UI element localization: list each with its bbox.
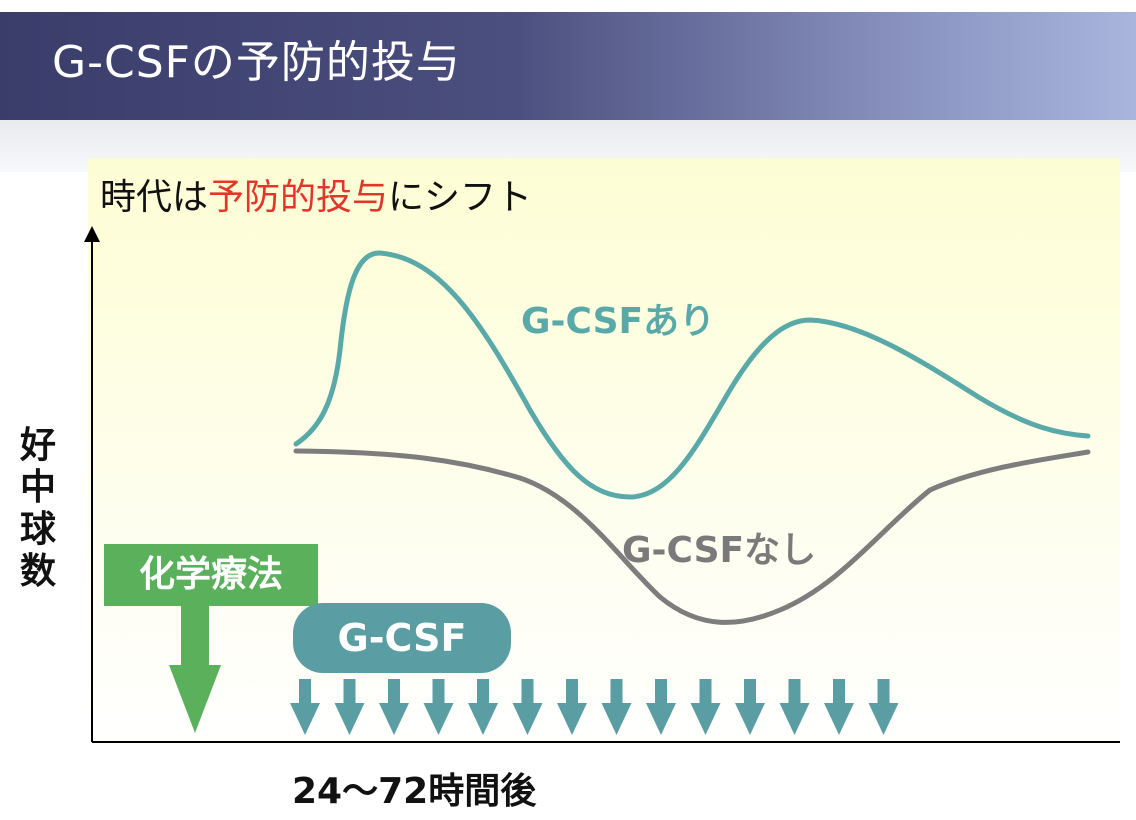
gcsf-dose-arrow [379, 679, 409, 735]
curve-label-with-gcsf: G-CSFあり [521, 301, 716, 342]
gcsf-dose-arrow [512, 679, 543, 735]
gcsf-dose-arrow [690, 679, 721, 735]
y-label-char: 好 [19, 425, 56, 466]
chemo-arrow-shaft [181, 605, 209, 665]
x-axis-label: 24〜72時間後 [292, 771, 537, 812]
gcsf-dose-arrow [468, 679, 498, 735]
neutrophil-diagram [84, 226, 1120, 743]
y-label-char: 球 [19, 509, 56, 550]
curve-label-without-gcsf: G-CSFなし [622, 530, 817, 571]
y-label-char: 中 [19, 467, 56, 508]
gcsf-dose-arrow [601, 679, 632, 735]
gcsf-dose-arrow [334, 679, 365, 735]
chemo-label: 化学療法 [104, 544, 318, 606]
gcsf-dose-arrow [423, 679, 454, 735]
y-axis-label: 好 中 球 数 [14, 425, 62, 593]
gcsf-dose-arrow [779, 679, 810, 735]
gcsf-dose-arrow [824, 679, 854, 735]
gcsf-dose-arrow [290, 679, 320, 735]
gcsf-dose-arrow [735, 679, 765, 735]
y-axis-arrowhead [84, 226, 100, 242]
gcsf-dose-arrow [868, 679, 899, 735]
gcsf-dose-arrow [646, 679, 676, 735]
gcsf-dose-arrows [290, 679, 899, 735]
curve-with-gcsf [293, 250, 1091, 500]
chemo-arrow-head [169, 665, 221, 733]
gcsf-dose-arrow [557, 679, 587, 735]
y-label-char: 数 [19, 551, 56, 592]
gcsf-label: G-CSF [293, 603, 511, 673]
